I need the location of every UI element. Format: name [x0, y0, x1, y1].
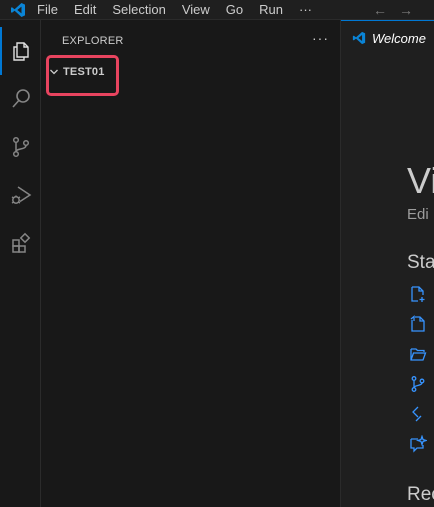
- vscode-logo-icon: [0, 0, 36, 20]
- vscode-tab-icon: [352, 31, 366, 45]
- menu-go[interactable]: Go: [218, 0, 251, 20]
- menu-selection[interactable]: Selection: [104, 0, 173, 20]
- search-icon[interactable]: [0, 75, 41, 123]
- highlight-annotation: [46, 55, 119, 96]
- activity-bar: [0, 20, 41, 507]
- tab-bar: Welcome: [341, 20, 434, 55]
- menu-more[interactable]: ···: [291, 0, 320, 20]
- start-heading: Sta: [407, 252, 434, 273]
- menu-run[interactable]: Run: [251, 0, 291, 20]
- source-control-icon[interactable]: [0, 123, 41, 171]
- open-file-icon[interactable]: [409, 315, 427, 333]
- active-indicator: [0, 27, 2, 75]
- extensions-icon[interactable]: [0, 219, 41, 267]
- tab-label: Welcome: [372, 30, 426, 46]
- navigation-arrows: ← →: [373, 0, 413, 20]
- tab-welcome[interactable]: Welcome: [341, 20, 434, 55]
- run-debug-icon[interactable]: [0, 171, 41, 219]
- remote-icon[interactable]: [409, 405, 427, 423]
- welcome-subtitle: Edi: [407, 206, 429, 223]
- menu-view[interactable]: View: [174, 0, 218, 20]
- menu-edit[interactable]: Edit: [66, 0, 104, 20]
- explorer-icon[interactable]: [0, 27, 41, 75]
- sidebar-more-actions[interactable]: ···: [312, 30, 329, 46]
- back-arrow-icon[interactable]: ←: [373, 0, 387, 20]
- recent-heading: Rec: [407, 484, 434, 505]
- sidebar-title: EXPLORER: [62, 35, 124, 47]
- welcome-title: Vi: [407, 160, 434, 201]
- menu-file[interactable]: File: [36, 0, 66, 20]
- clone-repo-icon[interactable]: [409, 375, 427, 393]
- chat-icon[interactable]: [409, 435, 427, 453]
- forward-arrow-icon[interactable]: →: [399, 0, 413, 20]
- open-folder-icon[interactable]: [409, 345, 427, 363]
- new-file-icon[interactable]: [409, 285, 427, 303]
- title-bar: File Edit Selection View Go Run ··· ← →: [0, 0, 434, 20]
- editor-area: Welcome Vi Edi Sta Rec: [341, 20, 434, 507]
